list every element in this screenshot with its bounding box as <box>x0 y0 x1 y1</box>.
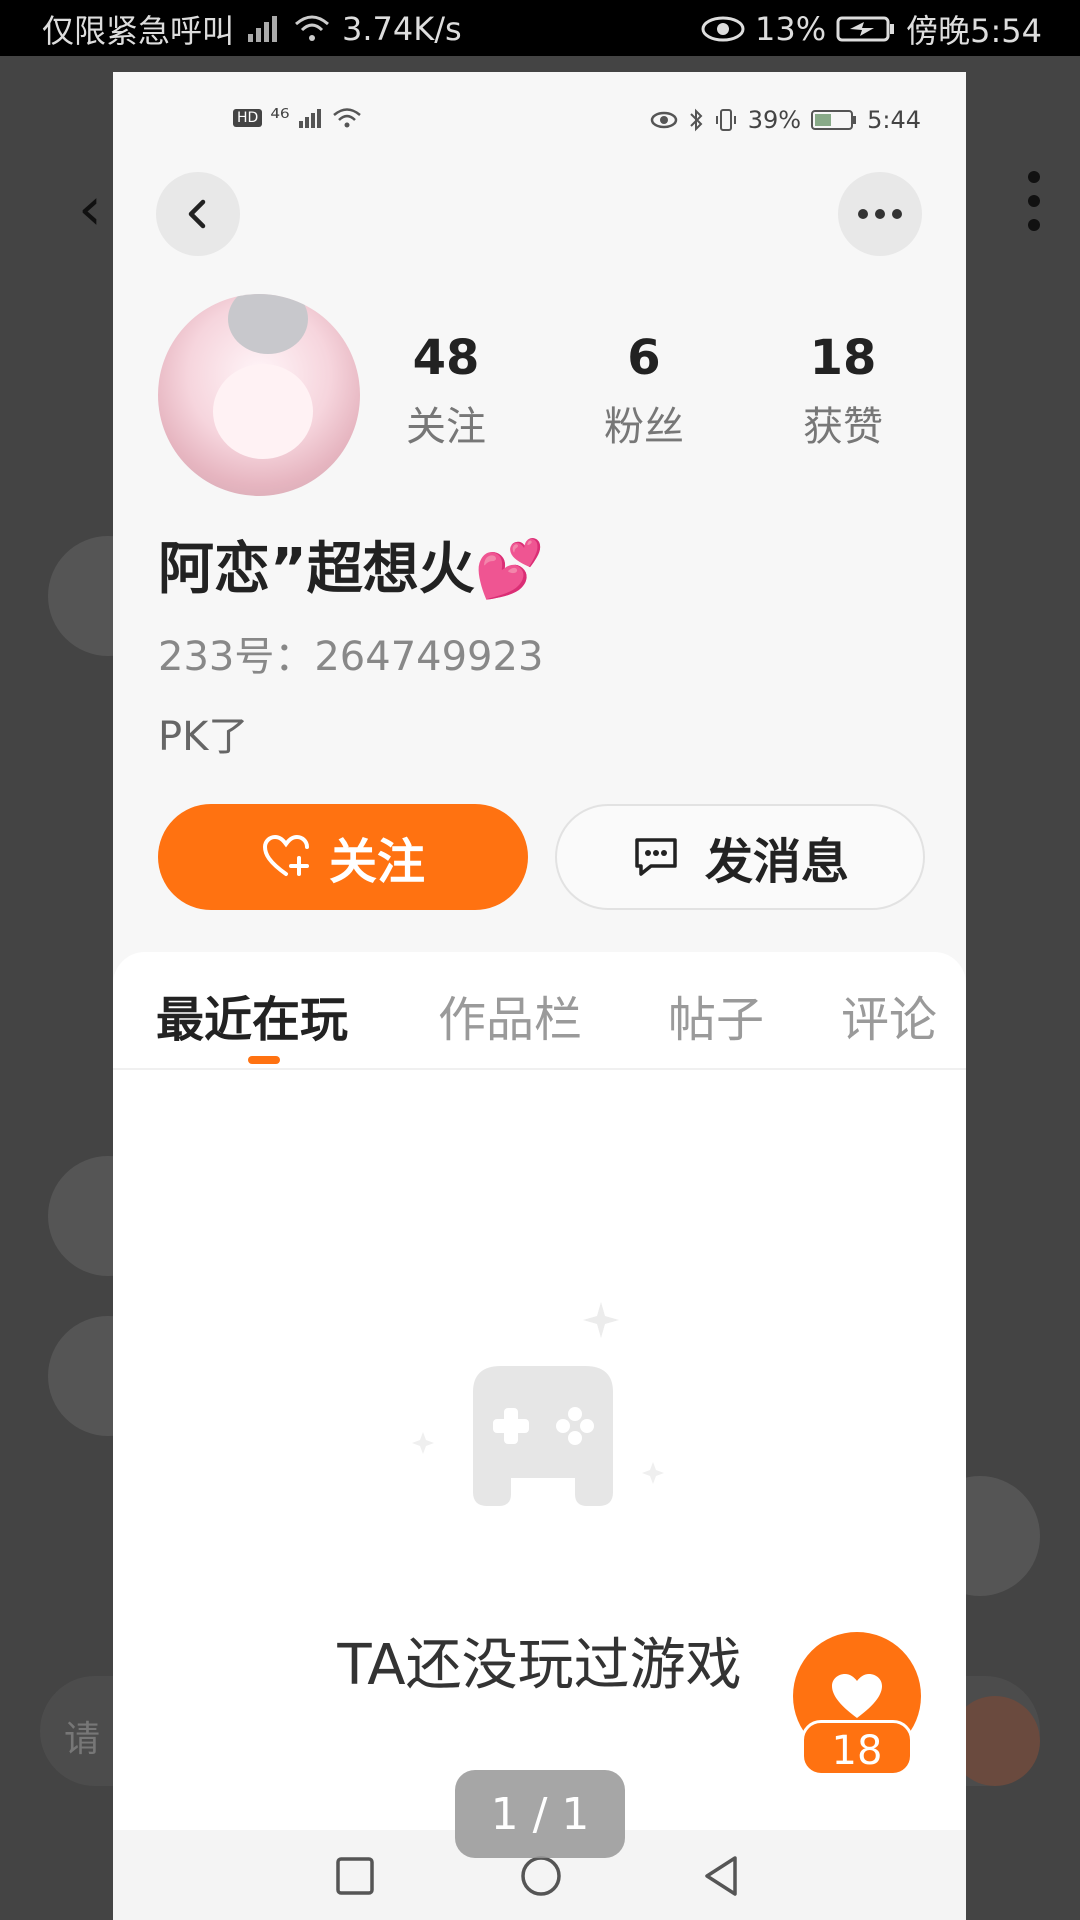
wifi-icon <box>332 108 361 128</box>
stat-number: 18 <box>809 330 877 386</box>
more-button[interactable] <box>838 172 922 256</box>
inner-clock: 5:44 <box>867 106 921 134</box>
stat-label: 获赞 <box>803 404 883 450</box>
stat-label: 粉丝 <box>604 404 684 450</box>
inner-status-bar: HD ⁴⁶ 39% 5:44 <box>113 72 966 172</box>
tab-works[interactable]: 作品栏 <box>438 980 582 1050</box>
tab-recent-games[interactable]: 最近在玩 <box>156 980 348 1050</box>
vibrate-icon <box>715 109 736 131</box>
gamepad-icon <box>412 1302 664 1506</box>
eye-icon <box>650 111 677 129</box>
inner-battery-percent: 39% <box>747 106 802 134</box>
battery-charging-icon <box>836 16 895 42</box>
message-button[interactable]: 发消息 <box>555 804 925 910</box>
tab-indicator <box>248 1056 280 1064</box>
back-arrow-icon <box>188 199 206 229</box>
page-indicator: 1 / 1 <box>455 1770 625 1858</box>
user-id: 233号：264749923 <box>158 634 544 680</box>
tab-posts[interactable]: 帖子 <box>668 980 764 1050</box>
follow-label: 关注 <box>328 834 425 890</box>
message-label: 发消息 <box>704 834 849 890</box>
carrier-text: 仅限紧急呼叫 <box>42 12 235 50</box>
like-button[interactable]: 18 <box>793 1632 921 1792</box>
outer-status-bar: 仅限紧急呼叫 3.74K/s 13% 傍晚5:54 <box>0 0 1080 56</box>
signal-icon <box>248 16 278 42</box>
wifi-icon <box>295 15 330 41</box>
stat-label: 关注 <box>406 404 486 450</box>
stat-number: 6 <box>627 330 661 386</box>
back-button[interactable] <box>156 172 240 256</box>
like-count: 18 <box>801 1720 913 1776</box>
profile-avatar[interactable] <box>158 294 360 496</box>
network-type: ⁴⁶ <box>270 104 290 132</box>
hearts-emoji: 💕 <box>474 537 545 602</box>
tab-comments[interactable]: 评论 <box>841 980 937 1050</box>
tab-bar: 最近在玩 作品栏 帖子 评论 <box>113 952 966 1070</box>
outer-clock: 傍晚5:54 <box>906 12 1042 50</box>
more-dots-icon <box>858 209 902 219</box>
bluetooth-icon <box>690 108 703 132</box>
recent-apps-icon[interactable] <box>335 1856 375 1896</box>
stat-following[interactable]: 48 关注 <box>386 330 506 452</box>
chat-bubble-icon <box>635 838 677 876</box>
back-nav-icon[interactable] <box>701 1854 741 1898</box>
background-back-icon: ‹ <box>78 174 102 244</box>
eye-icon <box>701 16 745 42</box>
stat-likes[interactable]: 18 获赞 <box>783 330 903 452</box>
network-speed: 3.74K/s <box>342 10 462 48</box>
background-more-icon <box>1028 171 1040 243</box>
bio: PK了 <box>158 714 249 760</box>
stat-followers[interactable]: 6 粉丝 <box>584 330 704 452</box>
nickname-text: 阿恋”超想火 <box>158 537 475 602</box>
battery-icon <box>811 110 857 130</box>
follow-button[interactable]: 关注 <box>158 804 528 910</box>
nickname: 阿恋”超想火💕 <box>158 524 545 605</box>
image-preview[interactable]: HD ⁴⁶ 39% 5:44 48 关注 6 粉丝 18 获赞 阿恋”超想火💕 … <box>113 72 966 1920</box>
hd-icon: HD <box>233 109 263 127</box>
heart-icon <box>832 1674 882 1718</box>
signal-icon <box>298 109 321 128</box>
home-icon[interactable] <box>519 1854 563 1898</box>
outer-battery-percent: 13% <box>755 10 827 48</box>
input-placeholder: 请 <box>64 1719 101 1760</box>
stat-number: 48 <box>412 330 480 386</box>
heart-plus-icon <box>262 834 309 876</box>
